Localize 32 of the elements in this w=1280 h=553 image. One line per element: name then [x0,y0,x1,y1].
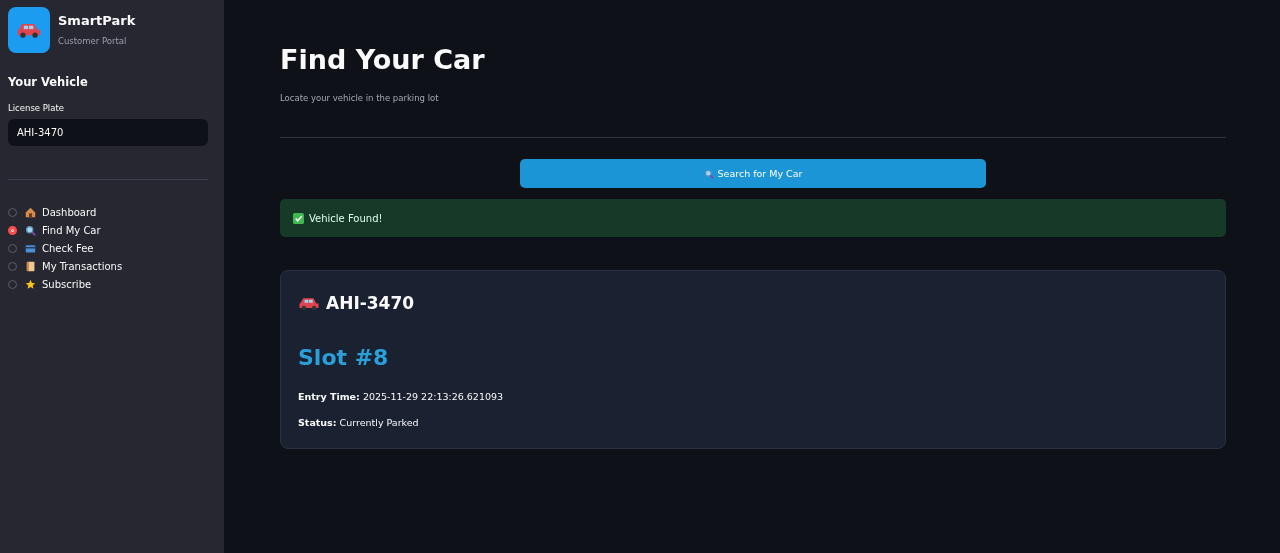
nav-radio-item[interactable]: My Transactions [8,259,208,273]
section-title: Your Vehicle [8,75,89,89]
car-logo-icon [8,7,50,53]
nav-radio-item[interactable]: Find My Car [8,223,208,237]
info-line: Entry Time: 2025-11-29 22:13:26.621093 [298,391,505,402]
page-subtitle: Locate your vehicle in the parking lot [280,93,440,103]
star-icon [25,278,36,290]
card-icon [25,242,36,254]
nav-label: Dashboard [42,206,97,218]
info-line: Status: Currently Parked [298,417,420,428]
nav-label: Subscribe [42,278,92,290]
nav-radio-item[interactable]: Check Fee [8,241,208,255]
alert-text: Vehicle Found! [309,212,383,224]
nav-label: My Transactions [42,260,123,272]
slot-number: Slot #8 [298,345,390,370]
plate-number: AHI-3470 [326,293,415,313]
field-label: License Plate [8,103,65,113]
car-icon [298,295,320,311]
check-icon [293,212,304,224]
radio-button[interactable] [8,225,17,235]
house-icon [25,206,36,218]
nav-radio-item[interactable]: Dashboard [8,205,208,219]
app-name: SmartPark [58,13,136,28]
page-title: Find Your Car [280,44,486,75]
search-icon [703,168,714,179]
nav-label: Check Fee [42,242,94,254]
search-icon [25,224,36,236]
license-plate-field[interactable]: AHI-3470 [8,119,208,146]
app-subtitle: Customer Portal [58,36,128,46]
nav-radio-item[interactable]: Subscribe [8,277,208,291]
nav-label: Find My Car [42,224,101,236]
scroll-icon [25,260,36,272]
